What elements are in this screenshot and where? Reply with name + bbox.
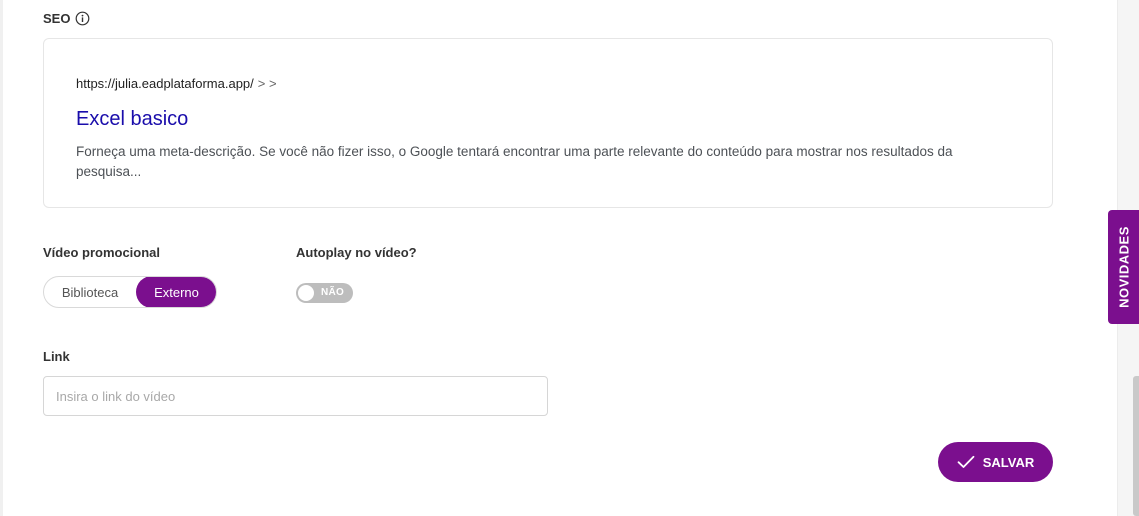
autoplay-label: Autoplay no vídeo? <box>296 245 417 260</box>
save-button[interactable]: SALVAR <box>938 442 1053 482</box>
video-link-input[interactable] <box>43 376 548 416</box>
seo-preview-url-line: https://julia.eadplataforma.app/> > <box>76 76 277 91</box>
promo-video-label: Vídeo promocional <box>43 245 161 260</box>
check-icon <box>957 455 975 469</box>
page-left-edge <box>0 0 3 516</box>
scrollbar-thumb[interactable] <box>1133 376 1139 516</box>
autoplay-switch[interactable]: NÃO <box>296 283 353 303</box>
seo-preview-card: https://julia.eadplataforma.app/> > Exce… <box>43 38 1053 208</box>
seo-section-label: SEO <box>43 11 90 26</box>
link-label: Link <box>43 349 70 364</box>
news-tab-label: NOVIDADES <box>1116 226 1131 308</box>
source-option-biblioteca[interactable]: Biblioteca <box>44 277 136 307</box>
promo-video-source-toggle: Biblioteca Externo <box>43 276 217 308</box>
autoplay-switch-state: NÃO <box>321 287 345 298</box>
seo-preview-title: Excel basico <box>76 108 189 130</box>
seo-preview-url: https://julia.eadplataforma.app/ <box>76 76 254 91</box>
save-button-label: SALVAR <box>982 454 1035 470</box>
seo-label-text: SEO <box>43 11 71 26</box>
source-option-externo[interactable]: Externo <box>136 277 216 307</box>
seo-preview-description: Forneça uma meta-descrição. Se você não … <box>76 144 953 179</box>
news-tab[interactable]: NOVIDADES <box>1108 210 1139 324</box>
info-icon[interactable] <box>75 11 90 26</box>
autoplay-switch-knob <box>298 285 314 301</box>
seo-preview-url-separators: > > <box>257 76 277 91</box>
